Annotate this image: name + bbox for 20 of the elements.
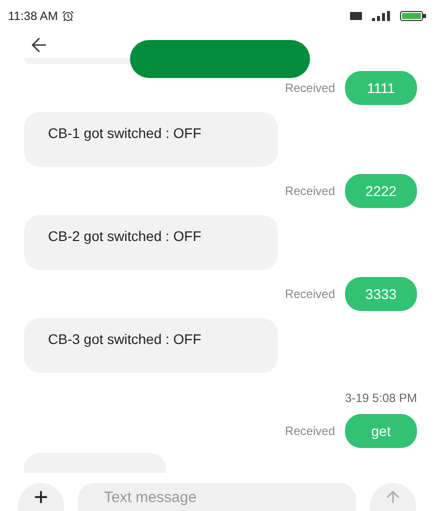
- delivery-status: Received: [284, 80, 335, 97]
- message-bubble: 2222: [345, 174, 417, 208]
- delivery-status: Received: [284, 423, 335, 440]
- plus-icon: [32, 488, 50, 506]
- message-bubble: 1111: [345, 71, 417, 105]
- message-bubble: CB-3 got switched : OFF: [24, 318, 278, 373]
- data-icon: [350, 12, 362, 20]
- delivery-status: Received: [284, 183, 335, 200]
- message-input[interactable]: Text message: [78, 483, 356, 511]
- timestamp: 3-19 5:08 PM: [344, 390, 417, 407]
- message-bubble: 3333: [345, 277, 417, 311]
- message-bubble: get: [345, 414, 417, 448]
- attach-button[interactable]: [18, 483, 64, 511]
- message-bubble: CB-1 got switched : OFF: [24, 112, 278, 167]
- battery-icon: [400, 11, 426, 21]
- signal-icon: [372, 11, 390, 21]
- message-bubble: CB-2 got switched : OFF: [24, 215, 278, 270]
- delivery-status: Received: [284, 286, 335, 303]
- status-time: 11:38 AM: [8, 8, 58, 25]
- alarm-icon: [62, 10, 74, 22]
